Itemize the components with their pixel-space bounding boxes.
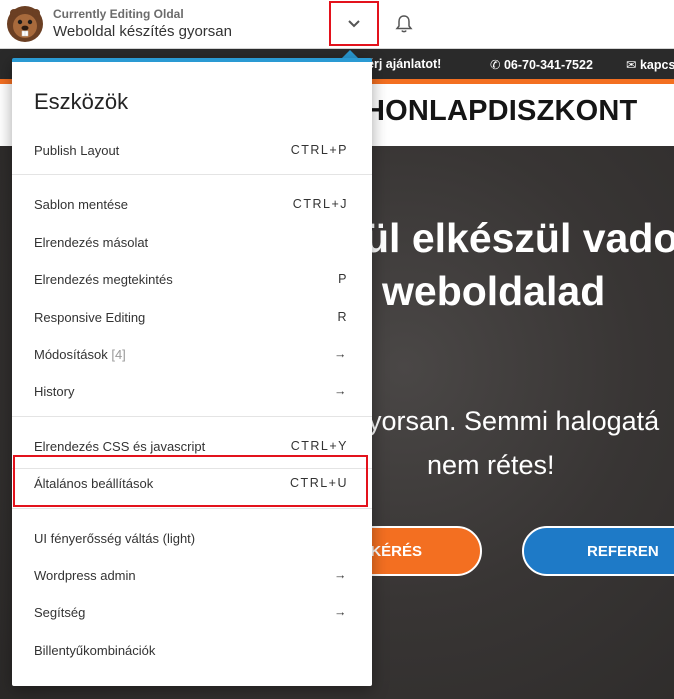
site-contact-link[interactable]: ✉ kapcs xyxy=(626,57,674,72)
menu-item-history[interactable]: History → xyxy=(12,374,372,410)
menu-item-wordpress-admin[interactable]: Wordpress admin → xyxy=(12,558,372,594)
menu-item-responsive-editing[interactable]: Responsive Editing R xyxy=(12,300,372,336)
hero-heading-line1: ül elkészül vado xyxy=(364,215,674,261)
menu-item-ui-brightness-toggle[interactable]: UI fényerősség váltás (light) xyxy=(12,521,372,557)
menu-caret xyxy=(342,50,358,58)
site-contact-label: kapcs xyxy=(639,58,674,72)
menu-item-shortcut: CTRL+J xyxy=(292,197,348,211)
menu-divider xyxy=(12,174,372,175)
menu-heading: Eszközök xyxy=(34,89,129,114)
menu-item-label-text: Módosítások xyxy=(34,347,108,362)
bell-icon xyxy=(395,15,413,33)
hero-heading-line2: weboldalad xyxy=(382,268,606,314)
chevron-down-icon xyxy=(348,19,360,27)
menu-item-label: History xyxy=(34,384,75,399)
arrow-right-icon: → xyxy=(334,347,348,361)
menu-item-preview-layout[interactable]: Elrendezés megtekintés P xyxy=(12,262,372,298)
phone-icon: ✆ xyxy=(490,58,504,72)
hero-subheading-line2: nem rétes! xyxy=(427,450,555,480)
menu-divider xyxy=(12,508,372,509)
site-phone-number: 06-70-341-7522 xyxy=(503,58,593,72)
tools-dropdown-toggle[interactable] xyxy=(329,1,379,46)
site-phone[interactable]: ✆ 06-70-341-7522 xyxy=(490,57,593,72)
menu-item-layout-css-js[interactable]: Elrendezés CSS és javascript CTRL+Y xyxy=(12,429,372,465)
hero-references-button[interactable]: REFEREN xyxy=(522,526,674,576)
mail-icon: ✉ xyxy=(626,58,640,72)
notifications-button[interactable] xyxy=(392,12,416,36)
menu-item-label: Elrendezés megtekintés xyxy=(34,272,173,287)
menu-item-shortcut: CTRL+P xyxy=(290,143,348,157)
menu-item-shortcut: R xyxy=(337,310,348,324)
arrow-right-icon: → xyxy=(334,605,348,619)
menu-item-shortcut: CTRL+Y xyxy=(290,439,348,453)
tools-menu: Eszközök Publish Layout CTRL+P Sablon me… xyxy=(12,58,372,686)
beaver-logo-icon[interactable] xyxy=(6,5,44,43)
menu-item-keyboard-shortcuts[interactable]: Billentyűkombinációk xyxy=(12,633,372,669)
builder-topbar: Currently Editing Oldal Weboldal készíté… xyxy=(0,0,674,49)
arrow-right-icon: → xyxy=(334,568,348,582)
menu-item-label: UI fényerősség váltás (light) xyxy=(34,531,196,546)
menu-item-publish-layout[interactable]: Publish Layout CTRL+P xyxy=(12,133,372,169)
menu-item-global-settings[interactable]: Általános beállítások CTRL+U xyxy=(12,466,372,502)
menu-item-label: Elrendezés másolat xyxy=(34,235,149,250)
arrow-right-icon: → xyxy=(334,384,348,398)
menu-item-shortcut: P xyxy=(338,272,348,286)
menu-item-label: Billentyűkombinációk xyxy=(34,643,156,658)
site-brand[interactable]: HONLAPDISZKONT xyxy=(364,95,637,128)
page-title: Weboldal készítés gyorsan xyxy=(53,23,232,40)
menu-item-label: Általános beállítások xyxy=(34,476,154,491)
menu-item-shortcut: CTRL+U xyxy=(290,476,348,490)
menu-item-label: Wordpress admin xyxy=(34,568,136,583)
revision-count-badge: [4] xyxy=(111,347,126,362)
menu-item-duplicate-layout[interactable]: Elrendezés másolat xyxy=(12,225,372,261)
editing-label: Currently Editing Oldal xyxy=(53,7,184,21)
menu-item-revisions[interactable]: Módosítások [4] → xyxy=(12,337,372,373)
menu-item-label: Responsive Editing xyxy=(34,310,146,325)
hero-subheading-line1: yorsan. Semmi halogatá xyxy=(368,406,660,436)
menu-item-label: Sablon mentése xyxy=(34,197,128,212)
menu-item-help[interactable]: Segítség → xyxy=(12,595,372,631)
menu-item-label: Módosítások [4] xyxy=(34,347,126,362)
menu-item-label: Publish Layout xyxy=(34,143,120,158)
menu-item-label: Segítség xyxy=(34,605,86,620)
menu-item-save-template[interactable]: Sablon mentése CTRL+J xyxy=(12,187,372,223)
menu-item-label: Elrendezés CSS és javascript xyxy=(34,439,206,454)
menu-divider xyxy=(12,416,372,417)
